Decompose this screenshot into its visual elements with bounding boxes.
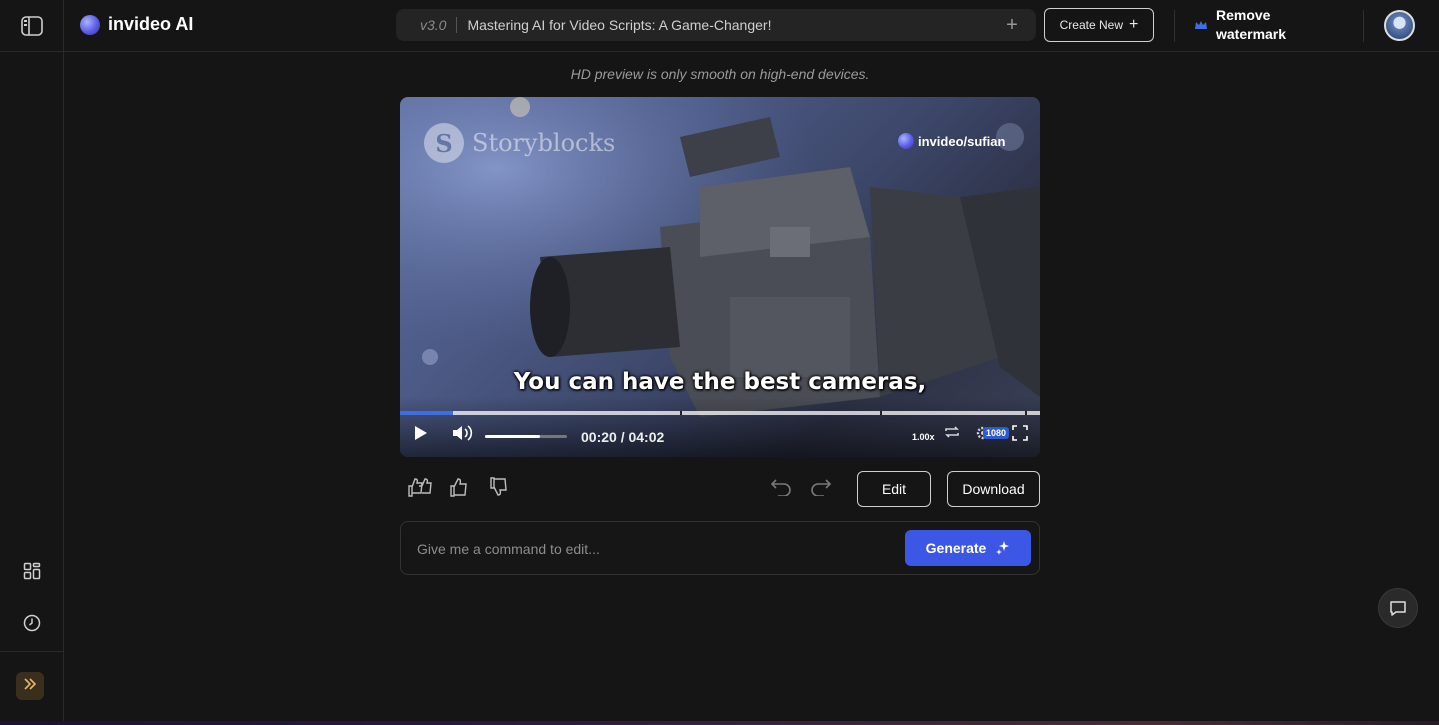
support-chat-button[interactable] [1378, 588, 1418, 628]
crown-icon [1194, 20, 1208, 30]
video-caption: You can have the best cameras, [513, 369, 927, 395]
generate-label: Generate [925, 540, 987, 556]
avatar[interactable] [1384, 10, 1415, 41]
header-divider [1174, 10, 1175, 42]
fullscreen-button[interactable] [1012, 425, 1028, 446]
volume-fill [485, 435, 540, 438]
invideo-handle-watermark: invideo/sufian [898, 133, 1005, 149]
title-divider [456, 17, 458, 33]
redo-button[interactable] [808, 478, 834, 500]
generate-button[interactable]: Generate [905, 530, 1031, 566]
download-label: Download [962, 481, 1025, 497]
grid-icon [23, 562, 41, 585]
create-new-label: Create New [1059, 18, 1123, 32]
playback-speed-button[interactable]: 1.00x [912, 432, 935, 442]
header-divider [1363, 10, 1364, 42]
edit-label: Edit [881, 481, 907, 497]
remove-watermark-label: Remove watermark [1216, 7, 1287, 42]
rail-item-templates[interactable] [0, 555, 64, 591]
scene-marker [680, 411, 682, 415]
double-thumbs-up-icon [407, 477, 433, 502]
invideo-logo-icon [898, 133, 914, 149]
loop-icon [944, 425, 960, 444]
chat-bubble-icon [1389, 599, 1407, 617]
command-box: Generate [400, 521, 1040, 575]
play-button[interactable] [414, 425, 428, 446]
volume-icon [452, 425, 474, 446]
plus-icon: + [1129, 16, 1139, 33]
thumbs-up-button[interactable] [446, 477, 472, 502]
thumbs-down-icon [489, 476, 509, 502]
top-header: invideo AI v3.0 Mastering AI for Video S… [64, 0, 1439, 52]
resolution-badge: 1080 [983, 427, 1010, 439]
download-button[interactable]: Download [947, 471, 1040, 507]
version-label: v3.0 [420, 17, 447, 33]
command-input[interactable] [417, 534, 887, 564]
expand-sidebar-button[interactable] [16, 672, 44, 700]
bottom-gradient-bar [0, 721, 1439, 725]
volume-slider[interactable] [485, 435, 567, 438]
invideo-logo-icon [80, 14, 100, 35]
remove-watermark-button[interactable]: Remove watermark [1194, 6, 1296, 44]
scene-marker [880, 411, 882, 415]
time-display: 00:20 / 04:02 [581, 429, 665, 445]
thumbs-up-icon [449, 477, 469, 502]
play-icon [414, 425, 428, 446]
storyblocks-watermark: S Storyblocks [424, 123, 615, 163]
loop-button[interactable] [944, 425, 960, 444]
thumbs-down-button[interactable] [486, 476, 512, 502]
video-player[interactable]: S Storyblocks invideo/sufian You can hav… [400, 97, 1040, 457]
double-chevron-right-icon [23, 677, 37, 695]
rail-divider [0, 651, 64, 652]
fullscreen-icon [1012, 425, 1028, 446]
left-rail [0, 0, 64, 725]
project-title[interactable]: Mastering AI for Video Scripts: A Game-C… [467, 17, 1000, 33]
progress-bar[interactable] [400, 411, 1040, 415]
sidebar-toggle-icon[interactable] [20, 15, 43, 36]
app-name: invideo AI [108, 14, 194, 34]
edit-button[interactable]: Edit [857, 471, 931, 507]
project-title-bar[interactable]: v3.0 Mastering AI for Video Scripts: A G… [396, 9, 1036, 41]
plus-icon[interactable]: + [1000, 14, 1024, 37]
sparkle-icon [996, 541, 1010, 555]
hd-preview-hint: HD preview is only smooth on high-end de… [570, 66, 870, 82]
create-new-button[interactable]: Create New + [1044, 8, 1154, 42]
scene-marker [1025, 411, 1027, 415]
love-it-button[interactable] [407, 477, 433, 502]
redo-icon [810, 478, 832, 501]
mute-button[interactable] [452, 425, 474, 446]
rail-top [0, 0, 63, 52]
storyblocks-logo-icon: S [424, 123, 464, 163]
clock-icon [23, 614, 41, 637]
storyblocks-text: Storyblocks [472, 129, 616, 157]
undo-icon [770, 478, 792, 501]
handle-text: invideo/sufian [918, 133, 1006, 149]
rail-item-history[interactable] [0, 607, 64, 643]
app-logo[interactable]: invideo AI [80, 14, 193, 35]
progress-fill [400, 411, 454, 415]
undo-button[interactable] [768, 478, 794, 500]
